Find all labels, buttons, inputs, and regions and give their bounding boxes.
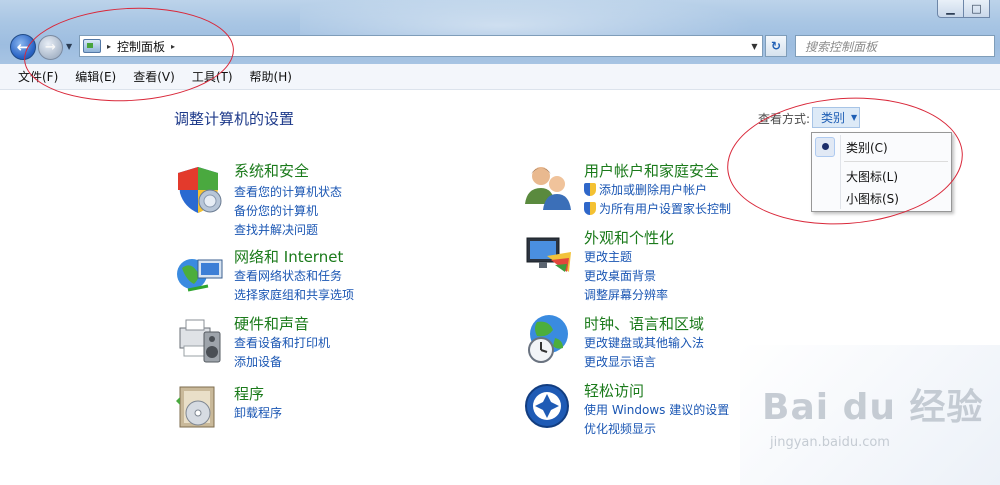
breadcrumb-separator-icon[interactable]: ▸ <box>171 42 175 51</box>
view-by-value: 类别 <box>821 111 846 125</box>
link-screen-resolution[interactable]: 调整屏幕分辨率 <box>584 285 674 304</box>
breadcrumb-separator-icon[interactable]: ▸ <box>107 42 111 51</box>
link-uninstall[interactable]: 卸载程序 <box>234 403 282 422</box>
category-title[interactable]: 网络和 Internet <box>234 246 354 266</box>
watermark: Bai du 经验 jingyan.baidu.com <box>762 378 984 450</box>
link-windows-suggested[interactable]: 使用 Windows 建议的设置 <box>584 400 729 419</box>
link-add-device[interactable]: 添加设备 <box>234 352 330 371</box>
category-title[interactable]: 轻松访问 <box>584 380 729 400</box>
category-title[interactable]: 时钟、语言和区域 <box>584 313 704 333</box>
view-option-category[interactable]: 类别(C) <box>846 139 888 156</box>
view-option-large-icons[interactable]: 大图标(L) <box>846 168 898 185</box>
link-troubleshoot[interactable]: 查找并解决问题 <box>234 220 342 239</box>
network-globe-icon[interactable] <box>174 250 226 298</box>
radio-bullet-icon <box>822 143 829 150</box>
recent-pages-dropdown[interactable]: ▼ <box>66 42 72 51</box>
search-input[interactable]: 搜索控制面板 <box>795 35 995 57</box>
menu-gutter <box>840 135 841 209</box>
uac-shield-icon <box>584 183 596 196</box>
maximize-icon: □ <box>971 2 982 15</box>
category-title[interactable]: 程序 <box>234 383 282 403</box>
link-add-remove-users[interactable]: 添加或删除用户帐户 <box>584 180 731 199</box>
back-button[interactable]: ← <box>10 34 36 60</box>
address-bar[interactable]: ▸ 控制面板 ▸ ▼ <box>79 35 763 57</box>
view-by-menu: 类别(C) 大图标(L) 小图标(S) <box>811 132 952 212</box>
menu-file[interactable]: 文件(F) <box>18 68 58 85</box>
link-view-status[interactable]: 查看您的计算机状态 <box>234 182 342 201</box>
link-devices-printers[interactable]: 查看设备和打印机 <box>234 333 330 352</box>
category-title[interactable]: 系统和安全 <box>234 160 342 182</box>
page-title: 调整计算机的设置 <box>174 110 295 128</box>
search-placeholder: 搜索控制面板 <box>805 39 878 54</box>
link-label: 为所有用户设置家长控制 <box>599 202 732 216</box>
menu-help[interactable]: 帮助(H) <box>250 68 292 85</box>
programs-disc-icon[interactable] <box>174 383 226 433</box>
view-option-small-icons[interactable]: 小图标(S) <box>846 190 899 207</box>
view-by-dropdown[interactable]: 类别 ▼ <box>812 107 860 128</box>
minimize-icon: ▁ <box>946 2 955 15</box>
category-clock-language: 时钟、语言和区域 更改键盘或其他输入法 更改显示语言 <box>584 313 704 371</box>
category-network-internet: 网络和 Internet 查看网络状态和任务 选择家庭组和共享选项 <box>234 246 354 304</box>
menu-separator <box>844 161 948 162</box>
users-icon[interactable] <box>523 160 575 212</box>
link-network-status[interactable]: 查看网络状态和任务 <box>234 266 354 285</box>
menu-edit[interactable]: 编辑(E) <box>75 68 116 85</box>
category-title[interactable]: 硬件和声音 <box>234 313 330 333</box>
breadcrumb-control-panel[interactable]: 控制面板 <box>117 38 165 55</box>
arrow-right-icon: → <box>45 40 56 55</box>
globe-clock-icon[interactable] <box>523 312 575 366</box>
watermark-url: jingyan.baidu.com <box>770 435 890 450</box>
view-by-label: 查看方式: <box>758 112 811 126</box>
ease-of-access-icon[interactable] <box>523 382 575 432</box>
link-display-language[interactable]: 更改显示语言 <box>584 352 704 371</box>
refresh-button[interactable]: ↻ <box>765 35 787 57</box>
shield-security-icon[interactable] <box>174 163 226 215</box>
category-hardware-sound: 硬件和声音 查看设备和打印机 添加设备 <box>234 313 330 371</box>
link-optimize-display[interactable]: 优化视频显示 <box>584 419 729 438</box>
maximize-button[interactable]: □ <box>963 0 990 18</box>
arrow-left-icon: ← <box>16 38 30 56</box>
printer-speaker-icon[interactable] <box>174 316 226 366</box>
category-title[interactable]: 用户帐户和家庭安全 <box>584 160 731 180</box>
category-system-security: 系统和安全 查看您的计算机状态 备份您的计算机 查找并解决问题 <box>234 160 342 239</box>
link-keyboard-input[interactable]: 更改键盘或其他输入法 <box>584 333 704 352</box>
refresh-icon: ↻ <box>770 39 782 53</box>
link-label: 添加或删除用户帐户 <box>599 183 708 197</box>
forward-button[interactable]: → <box>38 35 63 60</box>
uac-shield-icon <box>584 202 596 215</box>
minimize-button[interactable]: ▁ <box>937 0 964 18</box>
link-homegroup[interactable]: 选择家庭组和共享选项 <box>234 285 354 304</box>
menu-bar: 文件(F) 编辑(E) 查看(V) 工具(T) 帮助(H) <box>0 64 1000 90</box>
link-desktop-background[interactable]: 更改桌面背景 <box>584 266 674 285</box>
link-backup[interactable]: 备份您的计算机 <box>234 201 342 220</box>
monitor-palette-icon[interactable] <box>523 232 575 280</box>
category-programs: 程序 卸载程序 <box>234 383 282 422</box>
category-ease-of-access: 轻松访问 使用 Windows 建议的设置 优化视频显示 <box>584 380 729 438</box>
chevron-down-icon: ▼ <box>851 113 858 122</box>
link-parental-controls[interactable]: 为所有用户设置家长控制 <box>584 199 731 218</box>
menu-tools[interactable]: 工具(T) <box>192 68 233 85</box>
category-user-accounts: 用户帐户和家庭安全 添加或删除用户帐户 为所有用户设置家长控制 <box>584 160 731 218</box>
chevron-down-icon: ▼ <box>66 42 73 51</box>
watermark-logo: Bai du 经验 <box>762 387 984 428</box>
category-title[interactable]: 外观和个性化 <box>584 227 674 247</box>
control-panel-icon <box>83 39 101 53</box>
category-appearance: 外观和个性化 更改主题 更改桌面背景 调整屏幕分辨率 <box>584 227 674 304</box>
link-change-theme[interactable]: 更改主题 <box>584 247 674 266</box>
address-dropdown-icon[interactable]: ▼ <box>746 42 762 51</box>
menu-view[interactable]: 查看(V) <box>133 68 175 85</box>
